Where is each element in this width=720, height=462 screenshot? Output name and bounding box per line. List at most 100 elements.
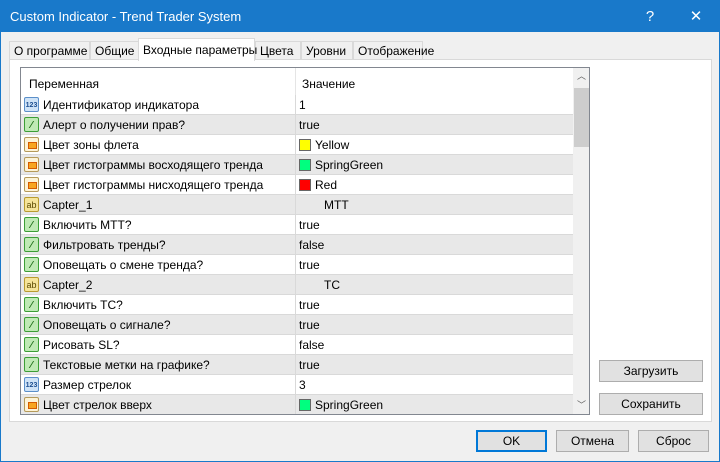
table-row[interactable]: ⁄ Алерт о получении прав? true <box>21 115 573 135</box>
table-row[interactable]: ⁄ Текстовые метки на графике? true <box>21 355 573 375</box>
parameter-value[interactable]: 1 <box>299 98 306 112</box>
parameters-table[interactable]: Переменная Значение 123 Идентификатор инд… <box>20 67 590 415</box>
parameter-name: Включить MTT? <box>43 218 132 232</box>
dialog-window: Custom Indicator - Trend Trader System ?… <box>0 0 720 462</box>
save-button[interactable]: Сохранить <box>599 393 703 415</box>
tab-colors[interactable]: Цвета <box>255 41 301 60</box>
load-button[interactable]: Загрузить <box>599 360 703 382</box>
parameter-name: Текстовые метки на графике? <box>43 358 210 372</box>
parameter-value-text: true <box>299 298 320 312</box>
parameter-value[interactable]: true <box>299 358 320 372</box>
bool-icon: ⁄ <box>24 117 39 132</box>
color-swatch <box>299 139 311 151</box>
reset-button[interactable]: Сброс <box>638 430 709 452</box>
parameter-name: Рисовать SL? <box>43 338 120 352</box>
table-row[interactable]: ⁄ Рисовать SL? false <box>21 335 573 355</box>
parameter-value-text: true <box>299 318 320 332</box>
window-title: Custom Indicator - Trend Trader System <box>10 9 242 24</box>
cancel-button[interactable]: Отмена <box>556 430 629 452</box>
parameter-value-text: SpringGreen <box>315 158 384 172</box>
parameter-value-text: 1 <box>299 98 306 112</box>
parameter-value-text: true <box>299 258 320 272</box>
table-row[interactable]: ⁄ Включить MTT? true <box>21 215 573 235</box>
table-row[interactable]: Цвет гистограммы нисходящего тренда Red <box>21 175 573 195</box>
parameter-value-text: MTT <box>324 198 349 212</box>
parameter-name: Алерт о получении прав? <box>43 118 186 132</box>
scroll-down-icon[interactable]: ﹀ <box>573 397 589 414</box>
parameter-name: Включить TC? <box>43 298 123 312</box>
table-row[interactable]: ab Capter_2 TC <box>21 275 573 295</box>
table-row[interactable]: 123 Размер стрелок 3 <box>21 375 573 395</box>
parameter-name: Цвет гистограммы восходящего тренда <box>43 158 263 172</box>
string-icon: ab <box>24 277 39 292</box>
help-button[interactable]: ? <box>627 1 673 32</box>
title-bar: Custom Indicator - Trend Trader System ?… <box>1 1 719 32</box>
tab-levels[interactable]: Уровни <box>301 41 353 60</box>
parameter-value-text: true <box>299 218 320 232</box>
parameter-value[interactable]: true <box>299 318 320 332</box>
table-row[interactable]: 123 Идентификатор индикатора 1 <box>21 95 573 115</box>
parameter-value[interactable]: false <box>299 338 324 352</box>
parameter-value-text: Yellow <box>315 138 350 152</box>
close-button[interactable]: ✕ <box>673 1 719 32</box>
vertical-scrollbar[interactable]: ︿ ﹀ <box>573 68 589 414</box>
table-row[interactable]: ⁄ Фильтровать тренды? false <box>21 235 573 255</box>
bool-icon: ⁄ <box>24 357 39 372</box>
tab-inputs[interactable]: Входные параметры <box>138 38 257 61</box>
parameter-value-text: Red <box>315 178 338 192</box>
bool-icon: ⁄ <box>24 217 39 232</box>
bool-icon: ⁄ <box>24 317 39 332</box>
parameter-value[interactable]: Red <box>299 178 337 192</box>
parameter-value[interactable]: TC <box>324 278 340 292</box>
parameter-value[interactable]: true <box>299 118 320 132</box>
table-row[interactable]: ⁄ Включить TC? true <box>21 295 573 315</box>
color-icon <box>24 137 39 152</box>
parameter-value-text: true <box>299 118 320 132</box>
number-icon: 123 <box>24 97 39 112</box>
tab-common[interactable]: Общие <box>90 41 139 60</box>
bool-icon: ⁄ <box>24 297 39 312</box>
color-swatch <box>299 179 311 191</box>
number-icon: 123 <box>24 377 39 392</box>
table-row[interactable]: ab Capter_1 MTT <box>21 195 573 215</box>
color-icon <box>24 157 39 172</box>
parameter-value[interactable]: false <box>299 238 324 252</box>
parameter-name: Capter_2 <box>43 278 93 292</box>
tab-display[interactable]: Отображение <box>353 41 434 60</box>
scrollbar-thumb[interactable] <box>574 88 589 147</box>
parameter-value[interactable]: true <box>299 218 320 232</box>
bool-icon: ⁄ <box>24 237 39 252</box>
parameter-name: Оповещать о сигнале? <box>43 318 171 332</box>
table-row[interactable]: Цвет гистограммы восходящего тренда Sprin… <box>21 155 573 175</box>
parameter-value-text: SpringGreen <box>315 398 384 412</box>
parameter-value[interactable]: Yellow <box>299 138 349 152</box>
parameter-name: Размер стрелок <box>43 378 132 392</box>
table-header: Переменная Значение <box>21 68 573 95</box>
parameter-value-text: 3 <box>299 378 306 392</box>
color-icon <box>24 397 39 412</box>
parameter-value-text: false <box>299 238 325 252</box>
parameter-value[interactable]: SpringGreen <box>299 398 383 412</box>
parameter-value[interactable]: true <box>299 298 320 312</box>
parameter-name: Оповещать о смене тренда? <box>43 258 204 272</box>
header-value[interactable]: Значение <box>302 77 355 91</box>
tab-about[interactable]: О программе <box>9 41 90 60</box>
parameter-name: Capter_1 <box>43 198 93 212</box>
bool-icon: ⁄ <box>24 337 39 352</box>
parameter-name: Цвет зоны флета <box>43 138 139 152</box>
parameter-name: Цвет гистограммы нисходящего тренда <box>43 178 264 192</box>
parameter-value[interactable]: SpringGreen <box>299 158 383 172</box>
bool-icon: ⁄ <box>24 257 39 272</box>
color-icon <box>24 177 39 192</box>
ok-button[interactable]: OK <box>476 430 547 452</box>
scroll-up-icon[interactable]: ︿ <box>573 68 589 85</box>
table-row[interactable]: Цвет стрелок вверх SpringGreen <box>21 395 573 414</box>
table-row[interactable]: ⁄ Оповещать о сигнале? true <box>21 315 573 335</box>
table-row[interactable]: Цвет зоны флета Yellow <box>21 135 573 155</box>
parameter-value[interactable]: true <box>299 258 320 272</box>
parameter-value-text: TC <box>324 278 340 292</box>
parameter-value[interactable]: 3 <box>299 378 306 392</box>
header-variable[interactable]: Переменная <box>29 77 99 91</box>
table-row[interactable]: ⁄ Оповещать о смене тренда? true <box>21 255 573 275</box>
parameter-value[interactable]: MTT <box>324 198 349 212</box>
